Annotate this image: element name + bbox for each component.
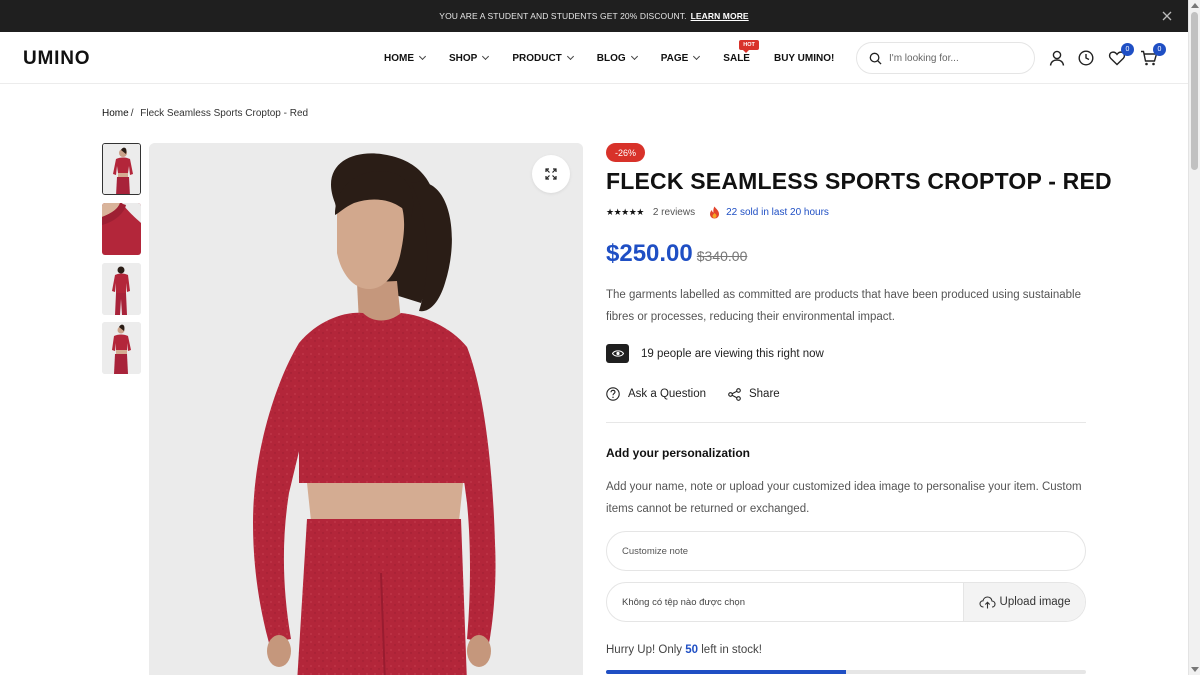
chevron-down-icon — [418, 52, 427, 61]
nav-label-sale: SALE — [723, 52, 750, 64]
product-thumbnail-image — [102, 203, 141, 255]
breadcrumb-home[interactable]: Home — [102, 108, 129, 119]
expand-icon — [545, 168, 557, 180]
product-thumbnail-image — [103, 144, 140, 194]
sold-count-text: 22 sold in last 20 hours — [726, 207, 829, 218]
personalization-description: Add your name, note or upload your custo… — [606, 481, 1082, 515]
scroll-down-icon[interactable] — [1191, 667, 1199, 672]
thumbnail-2[interactable] — [102, 203, 141, 255]
nav-label-home: HOME — [384, 52, 414, 64]
cart-count: 0 — [1153, 43, 1166, 56]
thumbnail-1[interactable] — [102, 143, 141, 195]
breadcrumb-separator: / — [130, 108, 134, 119]
hot-badge: HOT — [739, 39, 759, 53]
search-icon — [869, 52, 882, 65]
scroll-up-icon[interactable] — [1191, 3, 1199, 8]
eye-icon — [606, 344, 629, 363]
nav-item-product[interactable]: PRODUCT — [512, 52, 574, 64]
rating-stars: ★★★★★ — [606, 207, 644, 217]
file-status-label[interactable]: Không có tệp nào được chọn — [607, 583, 963, 621]
price-row: $250.00 $340.00 — [606, 240, 747, 268]
nav-item-home[interactable]: HOME — [384, 52, 427, 64]
upload-image-label: Upload image — [999, 596, 1071, 608]
share-label: Share — [748, 388, 780, 400]
stock-count: 50 — [685, 644, 699, 656]
nav-item-buy[interactable]: BUY UMINO! — [774, 53, 834, 64]
ask-question-label: Ask a Question — [628, 388, 706, 400]
breadcrumb: Home / Fleck Seamless Sports Croptop - Re… — [102, 108, 308, 119]
ask-question-button[interactable]: Ask a Question — [606, 387, 706, 401]
viewing-text: 19 people are viewing this right now — [641, 347, 824, 360]
share-button[interactable]: Share — [728, 387, 780, 401]
cart-button[interactable]: 0 — [1140, 43, 1166, 67]
nav-label-blog: BLOG — [596, 52, 626, 64]
page-scrollbar[interactable] — [1188, 0, 1200, 675]
cloud-upload-icon — [978, 595, 996, 608]
main-nav: HOME SHOP PRODUCT BLOG PAGE HOT SALE BUY… — [384, 32, 858, 84]
stock-progress-fill — [606, 670, 846, 674]
question-circle-icon — [606, 387, 620, 401]
stock-progress-bar — [606, 670, 1086, 674]
chevron-down-icon — [482, 52, 490, 61]
nav-item-page[interactable]: PAGE — [660, 52, 701, 64]
main-product-image[interactable] — [149, 143, 583, 675]
wishlist-count: 0 — [1121, 43, 1134, 56]
product-photo — [149, 143, 583, 675]
site-logo[interactable]: UMINO — [23, 48, 90, 70]
divider — [606, 422, 1086, 423]
chevron-down-icon — [693, 52, 701, 61]
nav-item-shop[interactable]: SHOP — [449, 52, 490, 64]
recently-viewed-icon[interactable] — [1077, 49, 1095, 67]
breadcrumb-current: Fleck Seamless Sports Croptop - Red — [140, 108, 309, 119]
announcement-text: YOU ARE A STUDENT AND STUDENTS GET 20% D… — [439, 11, 687, 21]
discount-badge: -26% — [606, 143, 646, 162]
fire-icon — [710, 206, 720, 219]
upload-image-button[interactable]: Upload image — [963, 583, 1085, 621]
product-title: FLECK SEAMLESS SPORTS CROPTOP - RED — [606, 168, 1112, 194]
nav-item-blog[interactable]: BLOG — [596, 52, 638, 64]
share-icon — [728, 387, 741, 401]
nav-label-product: PRODUCT — [512, 52, 562, 64]
product-thumbnail-image — [102, 263, 141, 315]
wishlist-button[interactable]: 0 — [1108, 43, 1134, 67]
nav-item-sale[interactable]: HOT SALE — [723, 39, 759, 64]
learn-more-link[interactable]: LEARN MORE — [691, 11, 749, 21]
nav-label-shop: SHOP — [449, 52, 478, 64]
customize-note-input[interactable] — [606, 531, 1086, 571]
image-upload-field: Không có tệp nào được chọn Upload image — [606, 582, 1086, 622]
scroll-thumb[interactable] — [1191, 12, 1198, 170]
chevron-down-icon — [630, 52, 638, 61]
nav-label-buy: BUY UMINO! — [773, 52, 835, 64]
reviews-link[interactable]: 2 reviews — [653, 207, 695, 218]
nav-label-page: PAGE — [660, 52, 689, 64]
zoom-button[interactable] — [532, 155, 570, 193]
rating-row: ★★★★★ 2 reviews 22 sold in last 20 hours — [606, 206, 829, 219]
current-price: $250.00 — [606, 240, 693, 267]
close-icon[interactable] — [1160, 9, 1174, 23]
personalization-title: Add your personalization — [606, 446, 751, 460]
search-box[interactable] — [856, 42, 1035, 74]
thumbnail-4[interactable] — [102, 322, 141, 374]
product-thumbnail-image — [102, 322, 141, 374]
viewing-notice: 19 people are viewing this right now — [606, 344, 824, 363]
stock-suffix: left in stock! — [701, 644, 762, 656]
user-icon[interactable] — [1048, 49, 1066, 67]
stock-prefix: Hurry Up! Only — [606, 644, 683, 656]
site-header: UMINO HOME SHOP PRODUCT BLOG PAGE HOT SA… — [0, 32, 1188, 84]
stock-notice: Hurry Up! Only 50 left in stock! — [606, 644, 762, 656]
chevron-down-icon — [566, 52, 574, 61]
original-price: $340.00 — [696, 248, 748, 264]
thumbnail-3[interactable] — [102, 263, 141, 315]
product-actions: Ask a Question Share — [606, 387, 802, 401]
announcement-bar: YOU ARE A STUDENT AND STUDENTS GET 20% D… — [0, 0, 1188, 32]
product-description: The garments labelled as committed are p… — [606, 289, 1081, 323]
search-input[interactable] — [889, 52, 1019, 64]
